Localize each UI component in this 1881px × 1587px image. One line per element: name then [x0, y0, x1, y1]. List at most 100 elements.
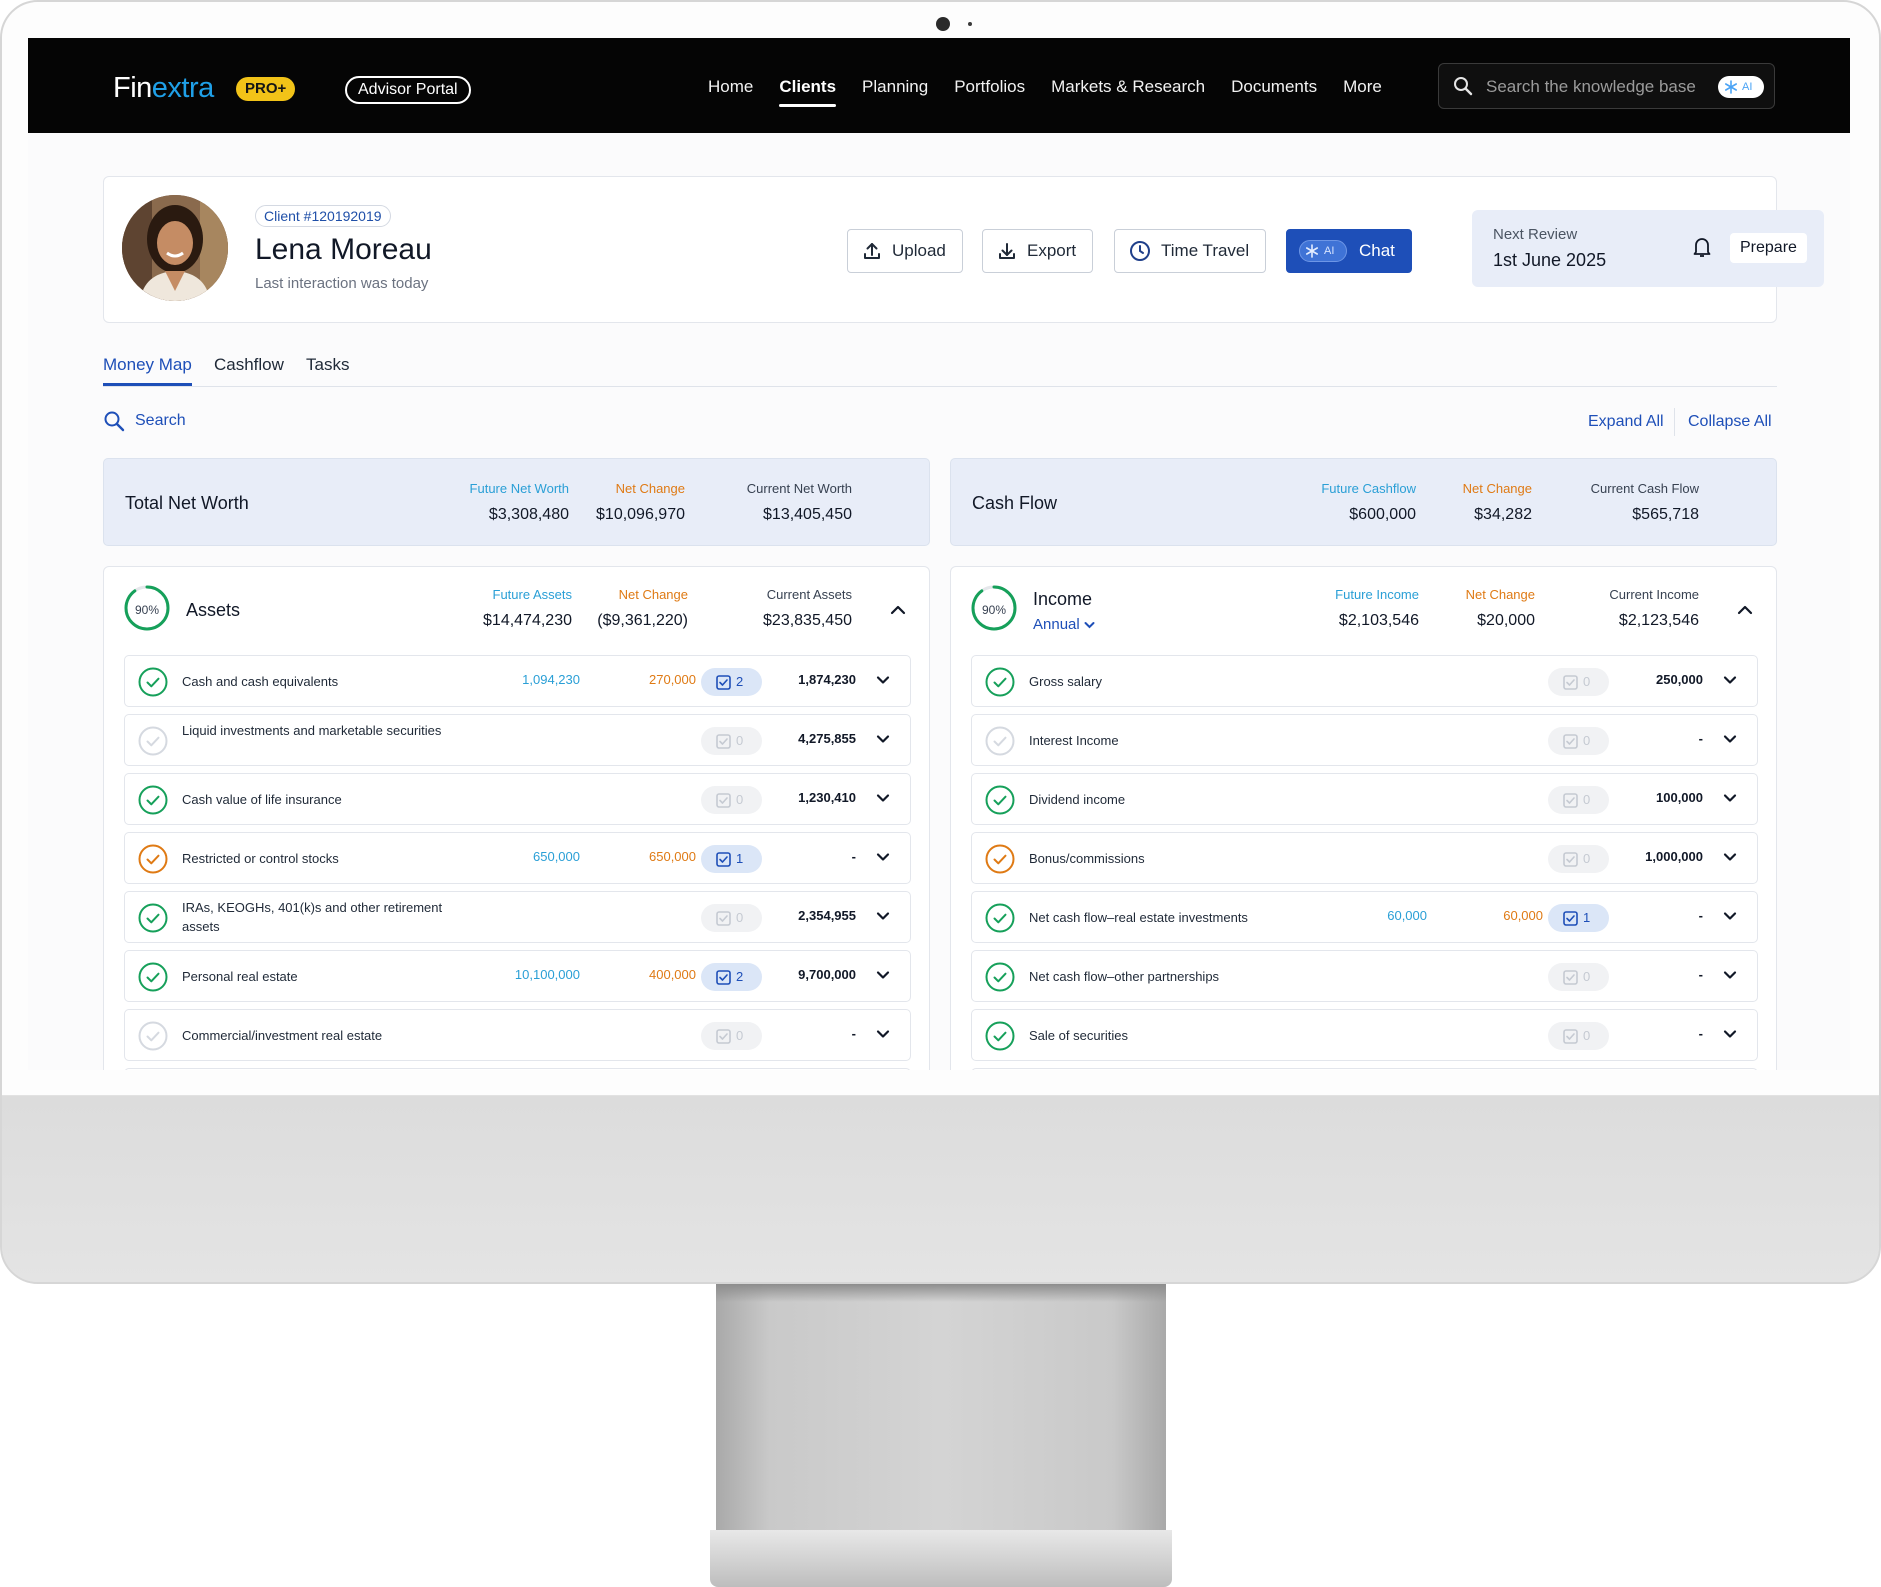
metric-value: $565,718: [1632, 506, 1699, 523]
advisor-portal-badge[interactable]: Advisor Portal: [345, 76, 471, 104]
list-item[interactable]: Personal real estate 10,100,000 400,000 2 9,…: [124, 950, 911, 1002]
chevron-down-icon[interactable]: [876, 911, 890, 921]
list-item[interactable]: Commercial/investment real estate 0 -: [124, 1009, 911, 1061]
future-value: 10,100,000: [514, 967, 580, 982]
check-complete-icon: [138, 962, 168, 992]
nav-documents[interactable]: Documents: [1231, 77, 1317, 107]
progress-text: 90%: [981, 603, 1007, 617]
tab-money-map[interactable]: Money Map: [103, 355, 192, 386]
chevron-down-icon[interactable]: [1723, 675, 1737, 685]
metric-label: Future Net Worth: [469, 481, 569, 496]
list-item[interactable]: Cash and cash equivalents 1,094,230 270,00…: [124, 655, 911, 707]
chevron-down-icon[interactable]: [1723, 911, 1737, 921]
nav-portfolios[interactable]: Portfolios: [954, 77, 1025, 107]
list-item[interactable]: Liquid investments and marketable securi…: [124, 714, 911, 766]
chevron-down-icon[interactable]: [1723, 793, 1737, 803]
client-header-card: Client #120192019 Lena Moreau Last inter…: [103, 176, 1824, 323]
search-button[interactable]: Search: [103, 410, 186, 432]
list-item[interactable]: Interest Income 0 -: [971, 714, 1758, 766]
checkbox-icon: [716, 1029, 731, 1044]
chevron-down-icon[interactable]: [1723, 970, 1737, 980]
current-value: 2,354,955: [798, 908, 856, 923]
chevron-down-icon[interactable]: [876, 675, 890, 685]
nav-markets-research[interactable]: Markets & Research: [1051, 77, 1205, 107]
row-label: Sale of securities: [1029, 1028, 1128, 1043]
metric-value: $20,000: [1477, 612, 1535, 629]
metric-value: $14,474,230: [483, 612, 572, 629]
list-item[interactable]: Gross salary 0 250,000: [971, 655, 1758, 707]
expand-all-link[interactable]: Expand All: [1588, 413, 1664, 431]
current-value: -: [1698, 731, 1703, 746]
prepare-button[interactable]: Prepare: [1730, 233, 1807, 263]
ai-toggle[interactable]: AI: [1718, 76, 1764, 98]
metric-value: $600,000: [1349, 506, 1416, 523]
chevron-down-icon[interactable]: [876, 1029, 890, 1039]
logo-text-a: Fin: [113, 72, 152, 104]
tasks-count: 0: [1583, 851, 1591, 866]
progress-text: 90%: [134, 603, 160, 617]
metric-value: $2,103,546: [1338, 612, 1419, 629]
future-value: 1,094,230: [522, 672, 580, 687]
next-review-date: 1st June 2025: [1493, 250, 1607, 270]
list-item[interactable]: Restricted or control stocks 650,000 650,0…: [124, 832, 911, 884]
nav-home[interactable]: Home: [708, 77, 753, 107]
client-avatar: [122, 195, 228, 301]
ai-chat-button[interactable]: AI Chat: [1286, 229, 1412, 273]
tab-cashflow[interactable]: Cashflow: [214, 355, 284, 383]
list-item[interactable]: Sale of securities 0 -: [971, 1009, 1758, 1061]
future-net-worth: Future Net Worth $3,308,480: [470, 481, 569, 524]
search-label: Search: [135, 412, 186, 429]
current-value: 1,000,000: [1645, 849, 1703, 864]
chevron-up-icon[interactable]: [890, 604, 906, 616]
export-button[interactable]: Export: [982, 229, 1094, 273]
list-item[interactable]: IRAs, KEOGHs, 401(k)s and other retireme…: [124, 891, 911, 943]
chevron-up-icon[interactable]: [1737, 604, 1753, 616]
chevron-down-icon[interactable]: [1723, 734, 1737, 744]
chevron-down-icon[interactable]: [1723, 852, 1737, 862]
assets-change: Net Change ($9,361,220): [597, 587, 688, 630]
row-label: Personal real estate: [182, 969, 298, 984]
upload-button[interactable]: Upload: [847, 229, 963, 273]
check-complete-icon: [985, 785, 1015, 815]
chevron-down-icon[interactable]: [876, 970, 890, 980]
period-dropdown[interactable]: Annual: [1033, 616, 1095, 633]
list-item[interactable]: Cash value of life insurance 0 1,230,410: [124, 773, 911, 825]
current-value: 4,275,855: [798, 731, 856, 746]
chevron-down-icon[interactable]: [876, 734, 890, 744]
client-tabs: Money Map Cashflow Tasks: [103, 355, 1777, 387]
next-review-panel: Next Review 1st June 2025 Prepare: [1472, 210, 1824, 287]
nav-clients[interactable]: Clients: [779, 77, 836, 107]
metric-label: Current Net Worth: [746, 481, 852, 496]
row-label: Cash value of life insurance: [182, 792, 342, 807]
nav-more[interactable]: More: [1343, 77, 1382, 107]
checkbox-icon: [716, 970, 731, 985]
list-item[interactable]: Bonus/commissions 0 1,000,000: [971, 832, 1758, 884]
finextra-logo[interactable]: Finextra: [113, 72, 214, 105]
client-name: Lena Moreau: [255, 233, 432, 266]
tasks-count: 2: [736, 969, 744, 984]
list-item[interactable]: Net cash flow–other partnerships 0 -: [971, 950, 1758, 1002]
metric-label: Current Income: [1609, 587, 1699, 602]
knowledge-search-input[interactable]: Search the knowledge base AI: [1438, 63, 1775, 109]
future-income: Future Income $2,103,546: [1335, 587, 1419, 630]
assets-header[interactable]: 90% Assets Future Assets $14,474,230 Net…: [104, 567, 929, 657]
nav-planning[interactable]: Planning: [862, 77, 928, 107]
row-label: Commercial/investment real estate: [182, 1028, 383, 1043]
chevron-down-icon[interactable]: [1723, 1029, 1737, 1039]
time-travel-button[interactable]: Time Travel: [1114, 229, 1267, 273]
list-item-partial: [124, 1068, 911, 1070]
list-item[interactable]: Dividend income 0 100,000: [971, 773, 1758, 825]
income-header[interactable]: 90% Income Annual Future Income $2,103,5…: [951, 567, 1776, 657]
collapse-all-link[interactable]: Collapse All: [1688, 413, 1772, 431]
chevron-down-icon[interactable]: [876, 852, 890, 862]
check-empty-icon: [138, 726, 168, 756]
search-icon: [104, 411, 125, 432]
chevron-down-icon[interactable]: [876, 793, 890, 803]
list-item[interactable]: Net cash flow–real estate investments 60,…: [971, 891, 1758, 943]
tab-tasks[interactable]: Tasks: [306, 355, 349, 383]
bell-icon[interactable]: [1692, 235, 1712, 259]
assets-title: Assets: [186, 600, 241, 620]
net-change-value: 60,000: [1503, 908, 1543, 923]
search-icon: [1454, 77, 1473, 96]
income-title: Income: [1033, 589, 1093, 609]
